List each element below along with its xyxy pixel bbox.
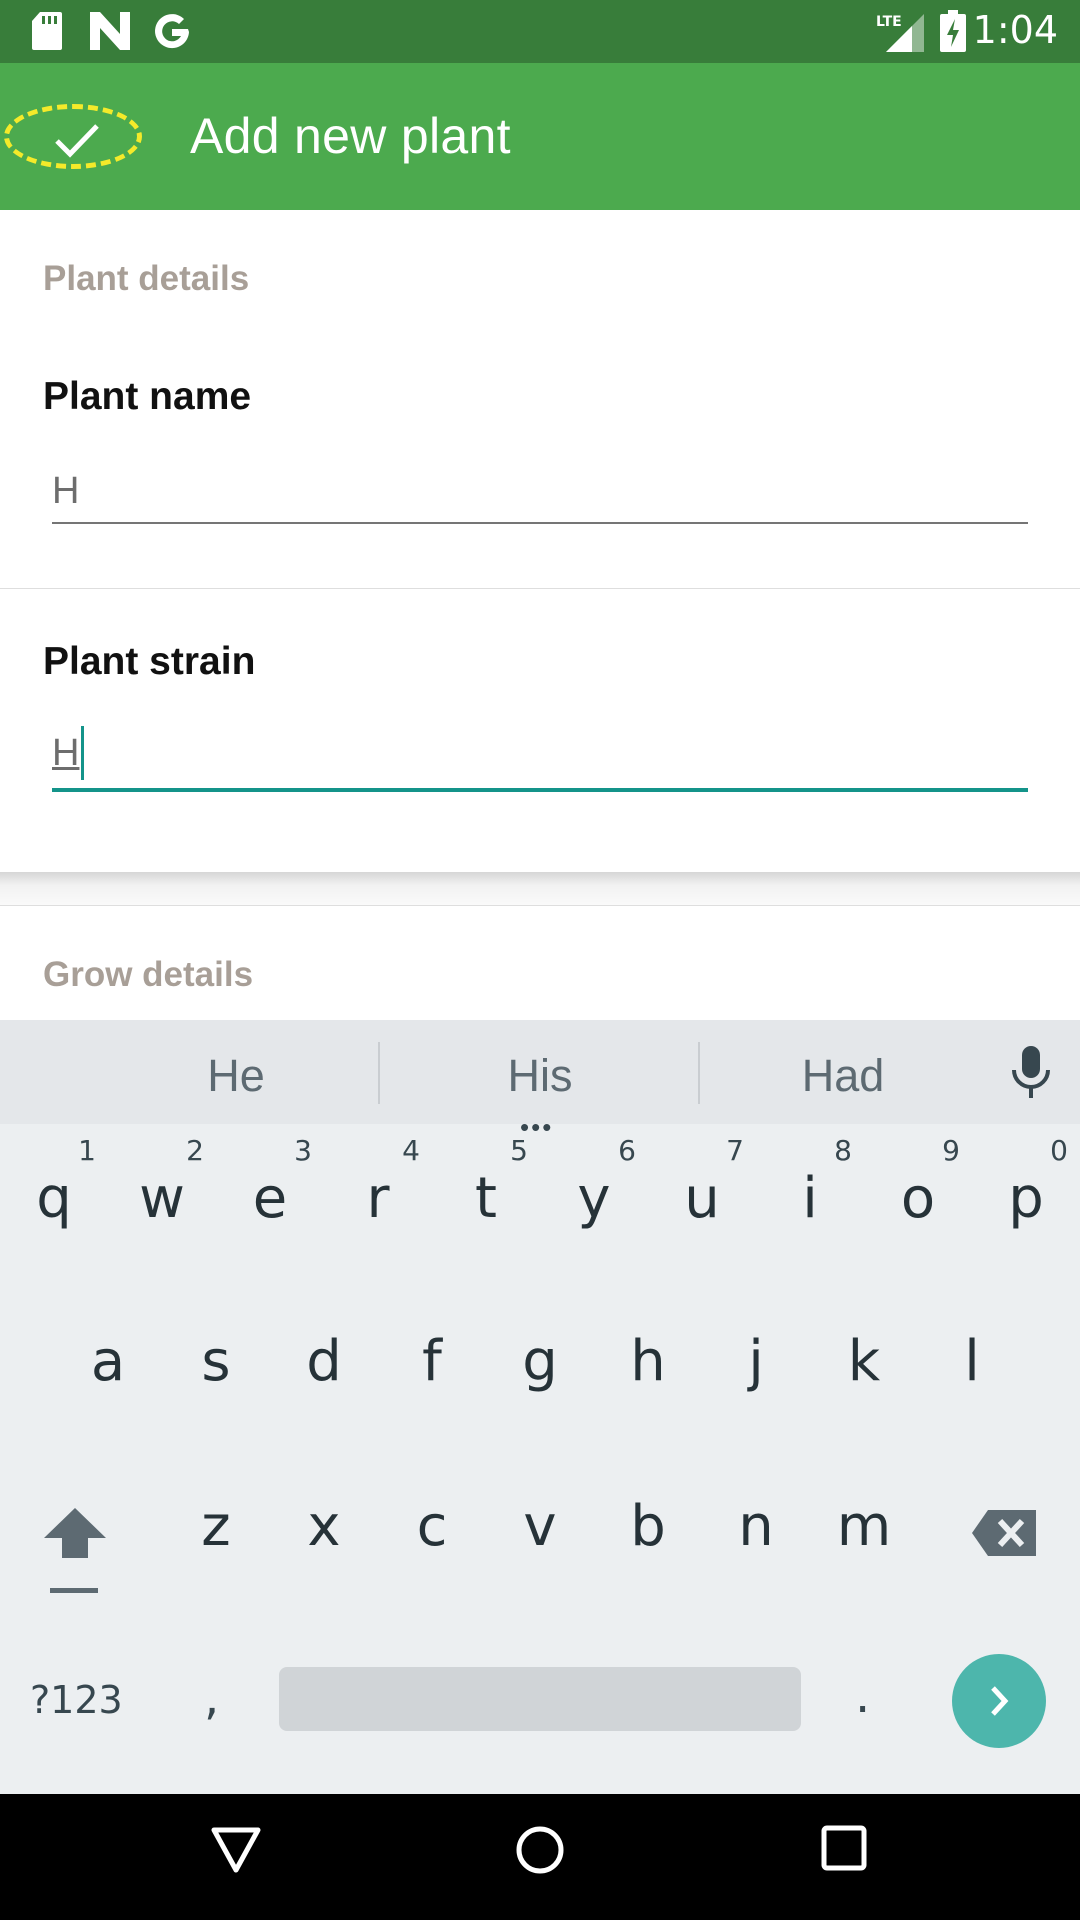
sd-card-icon	[32, 12, 62, 55]
key-n[interactable]: n	[706, 1460, 806, 1580]
enter-key[interactable]	[952, 1654, 1046, 1748]
confirm-button[interactable]	[4, 104, 142, 169]
key-r[interactable]: 4r	[328, 1132, 428, 1252]
key-d[interactable]: d	[274, 1295, 374, 1415]
period-key[interactable]: .	[855, 1668, 870, 1724]
plant-name-input[interactable]	[52, 462, 1028, 520]
plant-strain-underline	[52, 788, 1028, 792]
symbols-key[interactable]: ?123	[30, 1678, 123, 1722]
n-logo-icon	[90, 12, 130, 55]
key-h[interactable]: h	[598, 1295, 698, 1415]
key-p[interactable]: 0p	[976, 1132, 1076, 1252]
suggestion-bar: He His ••• Had	[0, 1020, 1080, 1142]
google-g-icon	[152, 12, 192, 57]
soft-keyboard: He His ••• Had 1q 2w 3e 4r 5t 6y 7u 8i 9…	[0, 1020, 1080, 1794]
mic-icon[interactable]	[1010, 1046, 1052, 1105]
suggestion-3[interactable]: Had	[693, 1050, 993, 1102]
key-a[interactable]: a	[58, 1295, 158, 1415]
suggestion-divider	[378, 1042, 380, 1104]
key-m[interactable]: m	[814, 1460, 914, 1580]
plant-strain-input[interactable]	[52, 724, 1028, 782]
key-o[interactable]: 9o	[868, 1132, 968, 1252]
plant-details-header: Plant details	[43, 259, 250, 298]
section-divider-2	[0, 905, 1080, 906]
key-i[interactable]: 8i	[760, 1132, 860, 1252]
key-t[interactable]: 5t	[436, 1132, 536, 1252]
key-v[interactable]: v	[490, 1460, 590, 1580]
navigation-bar	[0, 1794, 1080, 1920]
card-shadow	[0, 872, 1080, 906]
recents-icon[interactable]	[820, 1824, 868, 1877]
backspace-icon[interactable]	[972, 1510, 1036, 1561]
shift-icon[interactable]	[42, 1506, 108, 1599]
lte-signal-icon: LTE	[876, 12, 924, 57]
key-k[interactable]: k	[814, 1295, 914, 1415]
suggestion-1[interactable]: He	[86, 1050, 386, 1102]
key-s[interactable]: s	[166, 1295, 266, 1415]
back-icon[interactable]	[210, 1824, 262, 1881]
text-cursor	[81, 726, 84, 780]
page-title: Add new plant	[190, 108, 511, 164]
key-y[interactable]: 6y	[544, 1132, 644, 1252]
space-key[interactable]	[279, 1667, 801, 1731]
status-bar: LTE 1:04	[0, 0, 1080, 63]
key-u[interactable]: 7u	[652, 1132, 752, 1252]
key-q[interactable]: 1q	[4, 1132, 104, 1252]
key-z[interactable]: z	[166, 1460, 266, 1580]
home-icon[interactable]	[514, 1824, 566, 1881]
battery-charging-icon	[940, 10, 966, 57]
status-time: 1:04	[972, 8, 1058, 52]
key-b[interactable]: b	[598, 1460, 698, 1580]
app-bar: Add new plant	[0, 63, 1080, 210]
section-divider	[0, 588, 1080, 589]
suggestion-2[interactable]: His	[390, 1050, 690, 1102]
key-f[interactable]: f	[382, 1295, 482, 1415]
key-w[interactable]: 2w	[112, 1132, 212, 1252]
lte-label: LTE	[876, 14, 902, 30]
key-x[interactable]: x	[274, 1460, 374, 1580]
plant-name-label: Plant name	[43, 375, 252, 418]
key-g[interactable]: g	[490, 1295, 590, 1415]
key-c[interactable]: c	[382, 1460, 482, 1580]
grow-details-header: Grow details	[43, 955, 254, 994]
key-e[interactable]: 3e	[220, 1132, 320, 1252]
enter-arrow-icon	[991, 1686, 1009, 1716]
check-icon	[55, 124, 99, 158]
key-j[interactable]: j	[706, 1295, 806, 1415]
plant-name-underline	[52, 522, 1028, 524]
comma-key[interactable]: ,	[204, 1670, 219, 1726]
plant-strain-label: Plant strain	[43, 640, 256, 683]
key-l[interactable]: l	[922, 1295, 1022, 1415]
